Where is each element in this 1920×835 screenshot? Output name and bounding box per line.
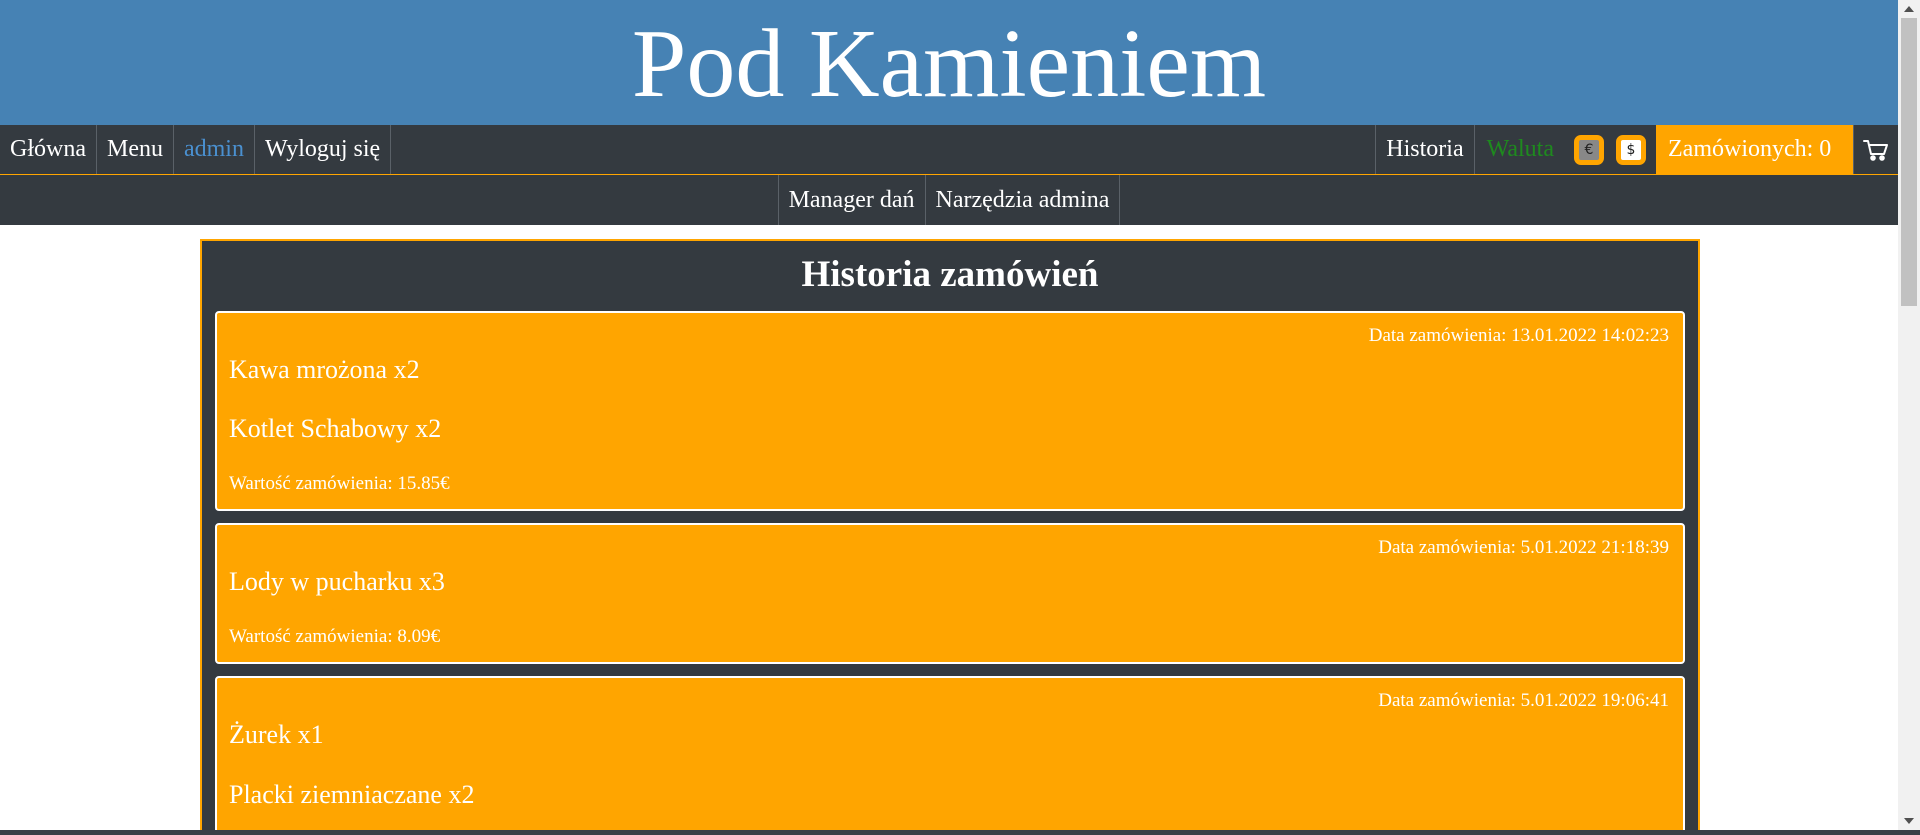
dish-manager-link[interactable]: Manager dań bbox=[777, 175, 925, 225]
nav-history-link[interactable]: Historia bbox=[1375, 125, 1475, 174]
order-date: Data zamówienia: 5.01.2022 19:06:41 bbox=[1378, 690, 1669, 711]
order-item: Kotlet Schabowy x2 bbox=[229, 414, 442, 443]
nav-user-link[interactable]: admin bbox=[174, 125, 255, 174]
currency-eur-button[interactable]: € bbox=[1574, 134, 1604, 165]
scroll-up-arrow-icon[interactable] bbox=[1904, 6, 1914, 12]
currency-label: Waluta bbox=[1486, 136, 1554, 162]
history-title: Historia zamówień bbox=[801, 254, 1099, 295]
vertical-scrollbar[interactable] bbox=[1898, 0, 1920, 830]
page-viewport: Pod Kamieniem Główna Menu admin Wyloguj … bbox=[0, 0, 1898, 830]
main-navbar: Główna Menu admin Wyloguj się Historia W… bbox=[0, 125, 1898, 175]
window-bottom-edge bbox=[0, 830, 1920, 835]
nav-home-link[interactable]: Główna bbox=[0, 125, 97, 174]
order-date: Data zamówienia: 13.01.2022 14:02:23 bbox=[1368, 325, 1669, 346]
order-card: Data zamówienia: 5.01.2022 21:18:39 Lody… bbox=[215, 523, 1685, 664]
order-item: Lody w pucharku x3 bbox=[229, 567, 445, 596]
order-item: Placki ziemniaczane x2 bbox=[229, 780, 475, 809]
order-item: Kawa mrożona x2 bbox=[229, 355, 420, 384]
cart-icon bbox=[1863, 139, 1888, 161]
order-item: Żurek x1 bbox=[229, 720, 324, 749]
site-banner: Pod Kamieniem bbox=[0, 0, 1898, 125]
cart-button[interactable] bbox=[1853, 125, 1898, 174]
ordered-count-button[interactable]: Zamówionych: 0 bbox=[1656, 125, 1853, 174]
currency-usd-button[interactable]: $ bbox=[1616, 134, 1646, 165]
order-date: Data zamówienia: 5.01.2022 21:18:39 bbox=[1378, 537, 1669, 558]
nav-menu-link[interactable]: Menu bbox=[97, 125, 174, 174]
nav-logout-link[interactable]: Wyloguj się bbox=[255, 125, 392, 174]
currency-switcher: Waluta € $ bbox=[1475, 125, 1656, 174]
order-total: Wartość zamówienia: 8.09€ bbox=[229, 626, 441, 647]
scroll-down-arrow-icon[interactable] bbox=[1904, 818, 1914, 824]
admin-tools-link[interactable]: Narzędzia admina bbox=[924, 175, 1121, 225]
order-total: Wartość zamówienia: 15.85€ bbox=[229, 473, 450, 494]
order-card: Data zamówienia: 13.01.2022 14:02:23 Kaw… bbox=[215, 311, 1685, 511]
scrollbar-thumb[interactable] bbox=[1901, 18, 1917, 306]
admin-subnav: Manager dań Narzędzia admina bbox=[0, 175, 1898, 225]
order-card: Data zamówienia: 5.01.2022 19:06:41 Żure… bbox=[215, 676, 1685, 830]
site-title: Pod Kamieniem bbox=[631, 9, 1267, 118]
order-history-panel: Historia zamówień Data zamówienia: 13.01… bbox=[200, 239, 1700, 830]
